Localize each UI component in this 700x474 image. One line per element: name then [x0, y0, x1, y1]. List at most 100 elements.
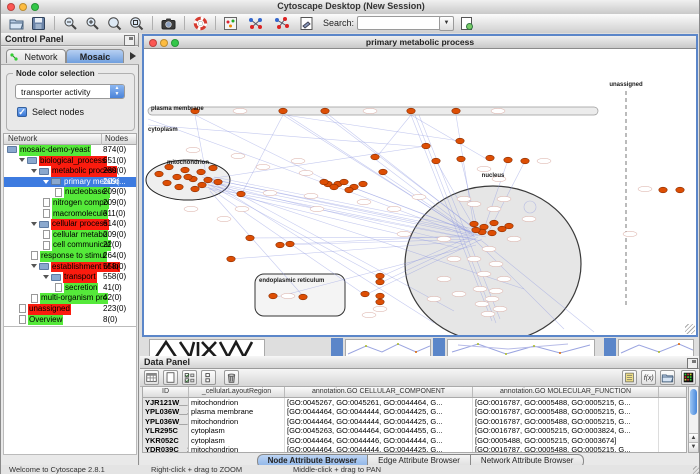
graph-node[interactable] [452, 108, 460, 114]
graph-node[interactable] [299, 294, 307, 300]
graph-node[interactable] [376, 273, 384, 279]
column-header[interactable]: _cellularLayoutRegion [189, 387, 285, 397]
node-color-dropdown[interactable]: transporter activity ▲▼ [15, 84, 125, 99]
save-icon[interactable] [31, 16, 46, 31]
delete-attribute-trash-icon[interactable] [224, 370, 239, 385]
float-data-panel-icon[interactable] [687, 358, 698, 369]
table-row[interactable]: YPL036W__2plasma membrane[GO:0044464, GO… [143, 407, 686, 416]
background-window-thumb-2[interactable] [447, 339, 595, 357]
unselect-attributes-icon[interactable] [201, 370, 216, 385]
tree-row[interactable]: establishment of lo558(0) [4, 262, 136, 273]
open-folder-icon[interactable] [9, 16, 24, 31]
graph-node[interactable] [505, 223, 513, 229]
graph-node[interactable] [279, 108, 287, 114]
expand-arrow-icon[interactable] [31, 264, 37, 268]
expand-arrow-icon[interactable] [43, 180, 49, 184]
graph-node[interactable] [676, 187, 684, 193]
app-resize-grip[interactable] [693, 466, 700, 474]
table-row[interactable]: YDR039C__1mitochondrion[GO:0044464, GO:0… [143, 445, 686, 453]
search-input[interactable] [357, 16, 441, 30]
graph-node[interactable] [286, 241, 294, 247]
new-attribute-icon[interactable] [163, 370, 178, 385]
graph-node[interactable] [214, 179, 222, 185]
search-dropdown-arrow[interactable]: ▼ [439, 16, 454, 31]
formula-fx-icon[interactable]: f(x) [641, 370, 656, 385]
graph-node[interactable] [175, 184, 183, 190]
network-view-window[interactable]: primary metabolic process plasma membran… [142, 34, 698, 337]
select-nodes-checkbox[interactable]: ✓ [17, 107, 27, 117]
zoom-in-icon[interactable] [85, 16, 100, 31]
matrix-icon[interactable] [681, 370, 696, 385]
layout-icon[interactable] [223, 16, 238, 31]
graph-node[interactable] [269, 293, 277, 299]
zoom-selected-icon[interactable] [107, 16, 122, 31]
network-canvas[interactable]: plasma membranecytoplasmmitochondrionnuc… [144, 49, 696, 335]
graph-node[interactable] [197, 169, 205, 175]
graph-node[interactable] [163, 180, 171, 186]
select-attributes-icon[interactable] [182, 370, 197, 385]
tree-row[interactable]: nucleobase-209(0) [4, 187, 136, 198]
graph-node[interactable] [209, 165, 217, 171]
tree-row[interactable]: cellular metabo209(0) [4, 230, 136, 241]
graph-node[interactable] [488, 230, 496, 236]
expand-arrow-icon[interactable] [31, 169, 37, 173]
background-window-edge[interactable] [331, 338, 343, 357]
graph-node[interactable] [456, 138, 464, 144]
graph-node[interactable] [345, 187, 353, 193]
graph-svg[interactable]: plasma membranecytoplasmmitochondrionnuc… [144, 49, 696, 335]
graph-node[interactable] [659, 187, 667, 193]
help-lifesaver-icon[interactable] [193, 16, 208, 31]
graph-node[interactable] [379, 169, 387, 175]
column-header[interactable]: ID [143, 387, 189, 397]
annotation-icon[interactable] [299, 16, 314, 31]
graph-node[interactable] [470, 221, 478, 227]
expand-arrow-icon[interactable] [31, 222, 37, 226]
tree-row[interactable]: metabolic process280(0) [4, 166, 136, 177]
tree-row[interactable]: transport558(0) [4, 272, 136, 283]
graph-node[interactable] [521, 158, 529, 164]
table-scrollbar[interactable]: ▲ ▼ [688, 386, 699, 453]
graph-node[interactable] [376, 279, 384, 285]
graph-node[interactable] [227, 256, 235, 262]
tree-row[interactable]: secretion41(0) [4, 283, 136, 294]
network-b-icon[interactable] [273, 16, 292, 31]
tree-row[interactable]: macromolecule311(0) [4, 209, 136, 220]
netwin-resize-grip[interactable] [685, 324, 695, 334]
graph-node[interactable] [237, 191, 245, 197]
table-scrollbar-thumb[interactable] [690, 389, 697, 415]
graph-node[interactable] [198, 182, 206, 188]
graph-node[interactable] [276, 242, 284, 248]
tree-row[interactable]: unassigned223(0) [4, 304, 136, 315]
graph-node[interactable] [204, 177, 212, 183]
attribute-table[interactable]: ID_cellularLayoutRegionannotation.GO CEL… [142, 386, 687, 453]
tab-scroll-right-icon[interactable] [130, 52, 136, 60]
import-folder-icon[interactable] [660, 370, 675, 385]
float-panel-icon[interactable] [124, 35, 135, 46]
snapshot-camera-icon[interactable] [161, 16, 176, 31]
network-window-titlebar[interactable]: primary metabolic process [144, 36, 696, 49]
graph-node[interactable] [371, 154, 379, 160]
graph-node[interactable] [246, 235, 254, 241]
zoom-out-icon[interactable] [63, 16, 78, 31]
column-header[interactable]: annotation.GO MOLECULAR_FUNCTION [473, 387, 659, 397]
tab-network[interactable]: Network [6, 49, 66, 63]
tree-row[interactable]: primary metabo209(... [4, 177, 136, 188]
graph-node[interactable] [432, 158, 440, 164]
background-window-edge[interactable] [604, 338, 616, 357]
table-row[interactable]: YKR052Ccytoplasm[GO:0044464, GO:0044446,… [143, 436, 686, 445]
graph-node[interactable] [490, 220, 498, 226]
attribute-table-icon[interactable] [144, 370, 159, 385]
expand-arrow-icon[interactable] [19, 158, 25, 162]
graph-node[interactable] [155, 171, 163, 177]
table-header-row[interactable]: ID_cellularLayoutRegionannotation.GO CEL… [143, 387, 686, 398]
notes-icon[interactable] [622, 370, 637, 385]
background-window-edge[interactable] [433, 338, 445, 357]
scroll-down-icon[interactable]: ▼ [689, 442, 698, 452]
graph-node[interactable] [472, 227, 480, 233]
graph-node[interactable] [359, 181, 367, 187]
graph-node[interactable] [191, 186, 199, 192]
graph-node[interactable] [376, 299, 384, 305]
expand-arrow-icon[interactable] [43, 275, 49, 279]
graph-node[interactable] [181, 167, 189, 173]
window-titlebar[interactable]: Cytoscape Desktop (New Session) [1, 0, 700, 15]
